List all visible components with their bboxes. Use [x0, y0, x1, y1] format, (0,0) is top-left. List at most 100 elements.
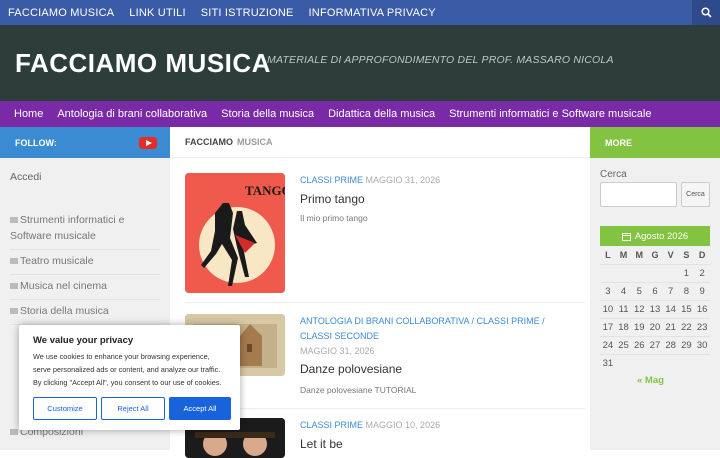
post-meta: CLASSI PRIME MAGGIO 31, 2026	[300, 173, 570, 188]
post-date: MAGGIO 10, 2026	[365, 420, 441, 430]
category-label: Storia della musica	[20, 305, 109, 317]
calendar-week: 12	[600, 263, 710, 282]
calendar-week: 17 18 19 20 21 22 23	[600, 317, 710, 336]
calendar-day-header: L	[605, 249, 611, 260]
cookie-title: We value your privacy	[33, 335, 134, 346]
calendar-icon	[621, 232, 631, 241]
calendar-day: 21	[662, 317, 679, 336]
customize-button[interactable]: Customize	[33, 397, 97, 420]
calendar-day: 26	[631, 335, 648, 354]
nav-storia[interactable]: Storia della musica	[221, 108, 314, 120]
calendar-day: 5	[631, 281, 648, 300]
search-icon	[700, 7, 712, 18]
calendar-day	[662, 263, 679, 282]
category-item[interactable]: Strumenti informatici e Software musical…	[10, 209, 160, 250]
category-item[interactable]: Musica nel cinema	[10, 275, 160, 300]
folder-icon	[10, 258, 18, 265]
search-button[interactable]	[692, 0, 720, 25]
calendar-day: 20	[647, 317, 663, 336]
calendar-day	[615, 263, 632, 282]
reject-all-button[interactable]: Reject All	[101, 397, 165, 420]
more-bar: MORE	[590, 127, 720, 158]
calendar-day: 8	[678, 281, 695, 300]
calendar-week: 3456789	[600, 281, 710, 300]
breadcrumb-b: MUSICA	[237, 137, 273, 147]
nav-home[interactable]: Home	[14, 108, 43, 120]
top-nav-link-utili[interactable]: LINK UTILI	[129, 7, 185, 19]
follow-bar: FOLLOW:	[0, 127, 170, 158]
post-separator	[185, 408, 585, 409]
calendar-day: 29	[678, 335, 695, 354]
tango-image: TANGO	[185, 173, 285, 293]
calendar-widget: Agosto 2026 L M M G V S D 1 2 3 4 5 6 7 8 9 10 11 1…	[600, 226, 710, 386]
post-thumbnail[interactable]: TANGO	[185, 173, 285, 293]
calendar-day: 22	[678, 317, 695, 336]
search-input[interactable]	[600, 182, 677, 207]
calendar-day: 31	[600, 353, 616, 372]
post-title[interactable]: Let it be	[300, 437, 343, 451]
top-nav-home[interactable]: FACCIAMO MUSICA	[8, 7, 114, 19]
top-nav-siti-istruzione[interactable]: SITI ISTRUZIONE	[201, 7, 294, 19]
post-title[interactable]: Danze polovesiane	[300, 362, 402, 376]
calendar-day: 4	[615, 281, 632, 300]
calendar-day: 15	[678, 299, 695, 318]
calendar-day	[631, 263, 648, 282]
nav-didattica[interactable]: Didattica della musica	[328, 108, 435, 120]
login-link[interactable]: Accedi	[10, 171, 42, 183]
top-nav: FACCIAMO MUSICA LINK UTILI SITI ISTRUZIO…	[0, 0, 720, 25]
calendar-week: 10 11 12 13 14 15 16	[600, 299, 710, 318]
folder-icon	[10, 283, 18, 290]
calendar-day-header: V	[667, 249, 674, 260]
post-excerpt: Il mio primo tango	[300, 213, 368, 223]
folder-icon	[10, 217, 18, 224]
calendar-day	[647, 353, 663, 372]
category-label: Musica nel cinema	[20, 280, 107, 292]
calendar-day: 7	[662, 281, 679, 300]
post-date: MAGGIO 31, 2026	[365, 175, 441, 185]
calendar-day	[615, 353, 632, 372]
folder-icon	[10, 308, 18, 315]
main-nav: Home Antologia di brani collaborativa St…	[0, 101, 720, 127]
calendar-day: 14	[662, 299, 679, 318]
nav-strumenti[interactable]: Strumenti informatici e Software musical…	[449, 108, 651, 120]
calendar-day	[662, 353, 679, 372]
site-tagline: MATERIALE DI APPROFONDIMENTO DEL PROF. M…	[267, 54, 614, 66]
calendar-day: 3	[600, 281, 616, 300]
search-label: Cerca	[600, 169, 627, 180]
calendar-day	[678, 353, 695, 372]
calendar-day: 30	[694, 335, 710, 354]
calendar-day	[647, 263, 663, 282]
calendar-day: 17	[600, 317, 616, 336]
post-category[interactable]: ANTOLOGIA DI BRANI COLLABORATIVA / CLASS…	[300, 316, 545, 341]
category-item[interactable]: Teatro musicale	[10, 250, 160, 275]
calendar-day: 25	[615, 335, 632, 354]
accept-all-button[interactable]: Accept All	[169, 397, 231, 420]
category-item[interactable]: Storia della musica	[10, 300, 160, 325]
calendar-header: Agosto 2026	[600, 226, 710, 246]
calendar-day: 24	[600, 335, 616, 354]
post-title[interactable]: Primo tango	[300, 192, 365, 206]
site-title[interactable]: FACCIAMO MUSICA	[15, 48, 271, 79]
post-category[interactable]: CLASSI PRIME	[300, 175, 363, 185]
top-bar: FACCIAMO MUSICA LINK UTILI SITI ISTRUZIO…	[0, 0, 720, 25]
nav-antologia[interactable]: Antologia di brani collaborativa	[57, 108, 207, 120]
post-category[interactable]: CLASSI PRIME	[300, 420, 363, 430]
calendar-month: Agosto 2026	[634, 230, 689, 242]
calendar-day: 23	[694, 317, 710, 336]
calendar-prev-link[interactable]: « Mag	[600, 372, 710, 386]
calendar-day-header: M	[635, 249, 644, 260]
calendar-day	[631, 353, 648, 372]
calendar-day-header: S	[683, 249, 690, 260]
category-label: Strumenti informatici e Software musical…	[10, 214, 125, 242]
calendar-day-header: G	[651, 249, 659, 260]
folder-icon	[10, 429, 18, 436]
post-item: ANTOLOGIA DI BRANI COLLABORATIVA / CLASS…	[185, 314, 580, 395]
calendar-day	[694, 353, 710, 372]
calendar-day-header: M	[619, 249, 628, 260]
search-submit-button[interactable]: Cerca	[681, 182, 710, 207]
tango-text: TANGO	[245, 183, 285, 198]
breadcrumb-a: FACCIAMO	[185, 137, 233, 147]
top-nav-privacy[interactable]: INFORMATIVA PRIVACY	[309, 7, 436, 19]
youtube-icon[interactable]	[139, 137, 157, 149]
more-label: MORE	[605, 137, 632, 148]
